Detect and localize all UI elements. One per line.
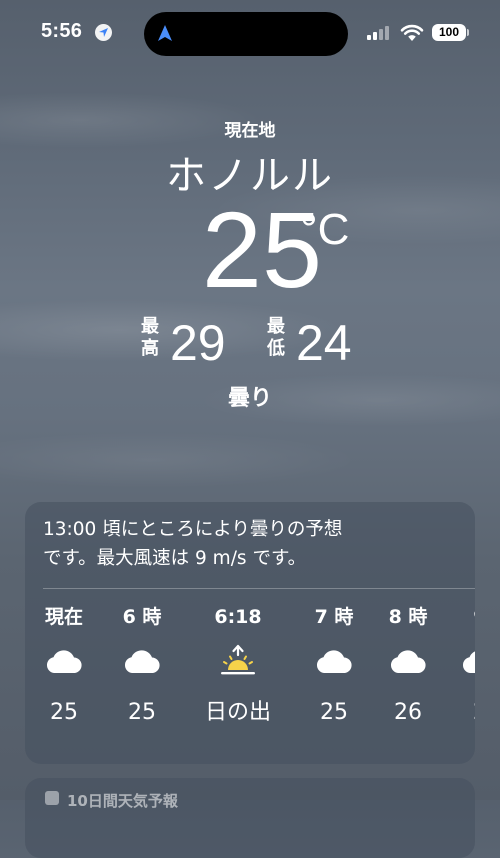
hour-temperature: 2 <box>440 698 475 728</box>
hour-temperature: 25 <box>320 700 348 725</box>
battery-cap <box>467 29 469 36</box>
daily-forecast-card[interactable]: 10日間天気予報 <box>25 778 475 858</box>
status-time: 5:56 <box>41 20 83 42</box>
cloud-icon <box>368 632 448 690</box>
hour-label: 7 時 <box>314 606 354 628</box>
daily-forecast-title: 10日間天気予報 <box>45 790 178 811</box>
hourly-item: 6 時 25 <box>102 602 182 728</box>
cellular-signal-icon <box>367 26 393 40</box>
low-temperature: 24 <box>296 315 352 371</box>
cloud-icon <box>25 632 104 690</box>
temperature-unit: °C <box>300 205 350 254</box>
location-arrow-icon <box>95 24 112 41</box>
forecast-summary-line: です。最大風速は 9 m/s です。 <box>43 548 307 569</box>
forecast-summary: 13:00 頃にところにより曇りの予想 です。最大風速は 9 m/s です。 <box>43 515 463 573</box>
location-label: 現在地 <box>224 121 276 141</box>
weather-condition: 曇り <box>227 386 272 411</box>
hourly-item: 7 時 25 <box>294 602 374 728</box>
cloud-icon <box>294 632 374 690</box>
daily-forecast-title-text: 10日間天気予報 <box>67 792 178 810</box>
hour-temperature: 25 <box>50 700 78 725</box>
cloud-icon <box>102 632 182 690</box>
cloud-icon <box>440 632 475 690</box>
dynamic-island[interactable] <box>144 12 348 56</box>
battery-indicator: 100 <box>432 24 466 41</box>
high-low-row: 最高 29 最低 24 <box>0 316 500 376</box>
sunrise-label: 日の出 <box>204 700 271 725</box>
current-temperature-wrap: 25 <box>0 196 500 304</box>
high-temperature: 29 <box>170 315 226 371</box>
high-label: 最高 <box>141 316 159 359</box>
hourly-forecast-card[interactable]: 13:00 頃にところにより曇りの予想 です。最大風速は 9 m/s です。 現… <box>25 502 475 764</box>
card-divider <box>43 588 475 589</box>
hour-temperature: 26 <box>394 700 422 725</box>
hour-label: 9 <box>440 602 475 632</box>
hourly-item: 現在 25 <box>25 602 104 728</box>
low-label: 最低 <box>267 316 285 359</box>
sunrise-icon <box>198 632 278 690</box>
status-bar: 5:56 100 <box>0 0 500 64</box>
hour-label: 現在 <box>44 606 83 628</box>
calendar-icon <box>45 791 59 805</box>
hour-label: 6 時 <box>122 606 162 628</box>
hourly-item: 9 2 <box>440 602 475 728</box>
hourly-item: 6:18 日の出 <box>198 602 278 728</box>
hour-label: 6:18 <box>214 606 262 628</box>
forecast-summary-line: 13:00 頃にところにより曇りの予想 <box>43 519 343 540</box>
wifi-icon <box>400 24 424 46</box>
hour-label: 8 時 <box>388 606 428 628</box>
hour-temperature: 25 <box>128 700 156 725</box>
hourly-item: 8 時 26 <box>368 602 448 728</box>
navigation-arrow-icon <box>157 24 173 46</box>
